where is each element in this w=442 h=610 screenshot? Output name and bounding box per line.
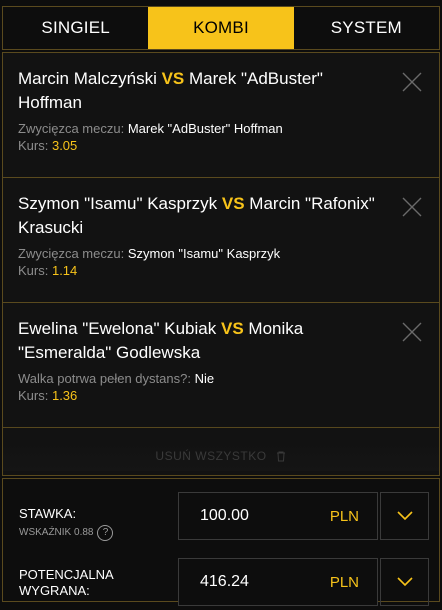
potential-win-row: POTENCJALNA WYGRANA: 416.24 PLN xyxy=(3,558,439,610)
tab-kombi[interactable]: KOMBI xyxy=(148,7,294,49)
market-label: Walka potrwa pełen dystans?: xyxy=(18,371,191,386)
bet-market: Zwycięzca meczu: Szymon "Isamu" Kasprzyk xyxy=(18,246,379,261)
market-label: Zwycięzca meczu: xyxy=(18,121,125,136)
remove-bet-button[interactable] xyxy=(401,71,423,93)
stake-dropdown-button[interactable] xyxy=(380,492,429,540)
stake-value: 100.00 xyxy=(200,507,249,524)
market-selection: Nie xyxy=(194,371,215,386)
odds-label: Kurs: xyxy=(18,138,49,153)
bet-match-title: Marcin Malczyński VS Marek "AdBuster" Ho… xyxy=(18,67,379,115)
market-selection: Szymon "Isamu" Kasprzyk xyxy=(127,246,281,261)
bet-odds: Kurs: 1.36 xyxy=(18,388,379,403)
bet-odds: Kurs: 3.05 xyxy=(18,138,379,153)
clear-all-button[interactable]: USUŃ WSZYSTKO xyxy=(3,441,439,471)
clear-all-label: USUŃ WSZYSTKO xyxy=(155,449,267,463)
stake-currency: PLN xyxy=(329,508,359,525)
potential-win-label: POTENCJALNA WYGRANA: xyxy=(19,567,113,598)
potential-win-field: 416.24 PLN xyxy=(178,558,378,606)
trash-icon xyxy=(276,451,285,462)
indicator-label: WSKAŹNIK 0.88 xyxy=(19,527,94,538)
player-1: Marcin Malczyński xyxy=(18,69,157,88)
tab-system[interactable]: SYSTEM xyxy=(294,7,439,49)
odds-value: 1.36 xyxy=(51,388,78,403)
bet-odds: Kurs: 1.14 xyxy=(18,263,379,278)
stake-label-group: STAWKA: WSKAŹNIK 0.88 ? xyxy=(19,506,114,541)
stake-label: STAWKA: xyxy=(19,506,77,521)
potential-win-currency: PLN xyxy=(329,574,359,591)
market-label: Zwycięzca meczu: xyxy=(18,246,125,261)
player-1: Ewelina "Ewelona" Kubiak xyxy=(18,319,217,338)
odds-label: Kurs: xyxy=(18,388,49,403)
stake-input[interactable]: 100.00 PLN xyxy=(178,492,378,540)
bet-market: Walka potrwa pełen dystans?: Nie xyxy=(18,371,379,386)
chevron-down-icon xyxy=(396,511,413,521)
vs-label: VS xyxy=(221,194,245,213)
close-icon xyxy=(402,72,422,92)
potential-win-dropdown-button[interactable] xyxy=(380,558,429,606)
potential-win-value: 416.24 xyxy=(200,573,249,590)
indicator: WSKAŹNIK 0.88 ? xyxy=(19,525,114,541)
odds-value: 1.14 xyxy=(51,263,78,278)
bet-item: Ewelina "Ewelona" Kubiak VS Monika "Esme… xyxy=(3,303,439,428)
bet-match-title: Szymon "Isamu" Kasprzyk VS Marcin "Rafon… xyxy=(18,192,379,240)
chevron-down-icon xyxy=(396,577,413,587)
odds-label: Kurs: xyxy=(18,263,49,278)
bet-list: Marcin Malczyński VS Marek "AdBuster" Ho… xyxy=(2,52,440,476)
market-selection: Marek "AdBuster" Hoffman xyxy=(127,121,283,136)
stake-row: STAWKA: WSKAŹNIK 0.88 ? 100.00 PLN xyxy=(3,492,439,544)
bet-item: Marcin Malczyński VS Marek "AdBuster" Ho… xyxy=(3,53,439,178)
vs-label: VS xyxy=(161,69,185,88)
tab-singiel[interactable]: SINGIEL xyxy=(3,7,148,49)
close-icon xyxy=(402,322,422,342)
close-icon xyxy=(402,197,422,217)
player-1: Szymon "Isamu" Kasprzyk xyxy=(18,194,218,213)
bet-market: Zwycięzca meczu: Marek "AdBuster" Hoffma… xyxy=(18,121,379,136)
help-icon[interactable]: ? xyxy=(97,525,114,541)
remove-bet-button[interactable] xyxy=(401,321,423,343)
bet-match-title: Ewelina "Ewelona" Kubiak VS Monika "Esme… xyxy=(18,317,379,365)
bet-type-tabs: SINGIEL KOMBI SYSTEM xyxy=(2,6,440,50)
bet-item: Szymon "Isamu" Kasprzyk VS Marcin "Rafon… xyxy=(3,178,439,303)
bet-slip-summary: STAWKA: WSKAŹNIK 0.88 ? 100.00 PLN POTEN… xyxy=(2,478,440,606)
odds-value: 3.05 xyxy=(51,138,78,153)
remove-bet-button[interactable] xyxy=(401,196,423,218)
vs-label: VS xyxy=(220,319,244,338)
